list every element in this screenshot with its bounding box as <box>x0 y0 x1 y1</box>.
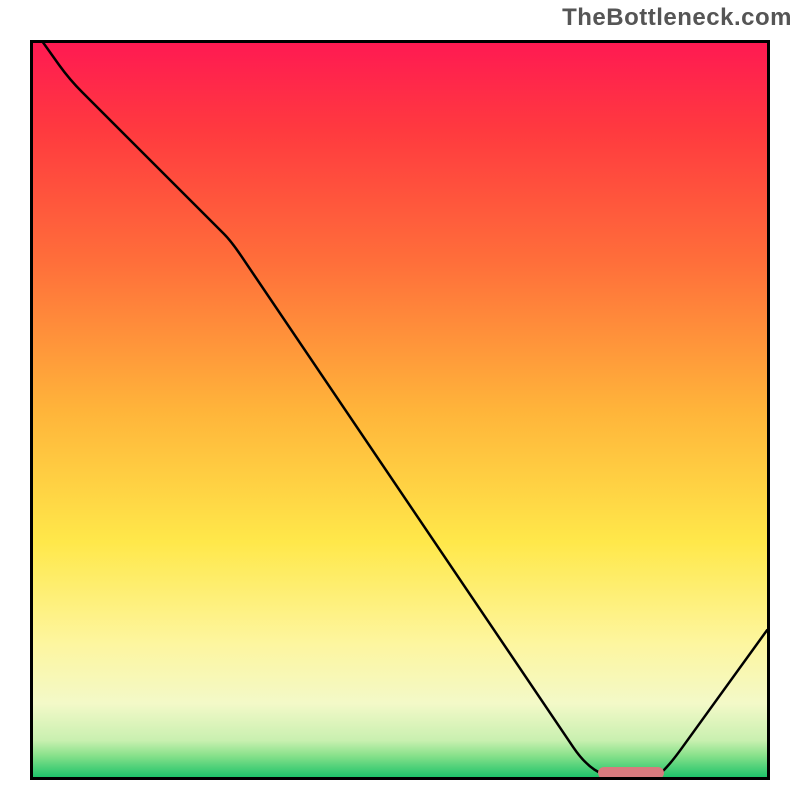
bottleneck-curve <box>33 43 767 777</box>
chart-container: TheBottleneck.com <box>0 0 800 800</box>
optimal-range-marker <box>598 767 664 779</box>
watermark-text: TheBottleneck.com <box>562 4 792 32</box>
plot-area <box>30 40 770 780</box>
chart-frame <box>20 30 780 790</box>
